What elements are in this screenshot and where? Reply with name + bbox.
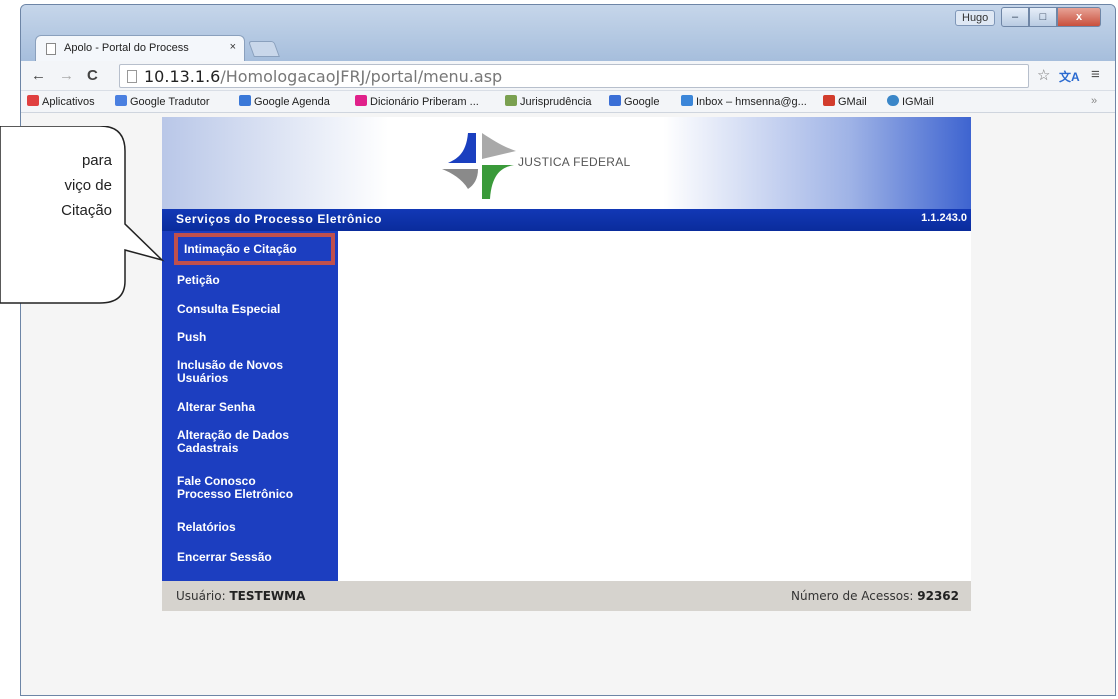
bookmark-priberam[interactable]: Dicionário Priberam ... — [355, 95, 479, 108]
bookmark-label: Jurisprudência — [520, 96, 592, 108]
menu-item-label: Alterar Senha — [177, 400, 256, 414]
bookmark-label: Dicionário Priberam ... — [370, 96, 479, 108]
menu-item-label: Inclusão de Novos — [177, 358, 284, 372]
browser-toolbar: ← → C 10.13.1.6/HomologacaoJFRJ/portal/m… — [21, 61, 1115, 91]
main-area: Intimação e Citação Petição Consulta Esp… — [162, 231, 971, 581]
translate-icon — [115, 95, 127, 106]
bookmark-inbox[interactable]: Inbox – hmsenna@g... — [681, 95, 807, 108]
menu-item-label: Cadastrais — [177, 441, 239, 455]
menu-inclusao-novos-usuarios[interactable]: Inclusão de Novos Usuários — [177, 359, 283, 385]
bookmark-label: Google Tradutor — [130, 96, 210, 108]
bookmark-google-tradutor[interactable]: Google Tradutor — [115, 95, 210, 108]
minimize-button[interactable]: – — [1001, 7, 1029, 27]
url-path: /HomologacaoJFRJ/portal/menu.asp — [220, 67, 503, 86]
user-value: TESTEWMA — [229, 589, 306, 603]
callout-line: Citação — [61, 202, 112, 219]
header-banner: JUSTICA FEDERAL — [162, 117, 971, 209]
callout-line: para — [81, 152, 112, 169]
reload-icon[interactable]: C — [87, 67, 98, 84]
menu-icon[interactable]: ≡ — [1091, 66, 1100, 83]
user-label: Usuário: — [176, 589, 226, 603]
bookmark-label: IGMail — [902, 96, 934, 108]
calendar-icon — [239, 95, 251, 106]
browser-tab[interactable]: Apolo - Portal do Process × — [35, 35, 245, 61]
bookmarks-bar: Aplicativos Google Tradutor Google Agend… — [21, 91, 1115, 113]
bookmark-igmail[interactable]: IGMail — [887, 95, 934, 108]
access-label: Número de Acessos: — [791, 589, 914, 603]
google-icon — [609, 95, 621, 106]
address-bar[interactable]: 10.13.1.6/HomologacaoJFRJ/portal/menu.as… — [119, 64, 1029, 88]
access-value: 92362 — [917, 589, 959, 603]
translate-icon[interactable]: 文A — [1059, 68, 1080, 85]
bookmark-label: Inbox – hmsenna@g... — [696, 96, 807, 108]
browser-window: Apolo - Portal do Process × Hugo – □ x ←… — [20, 4, 1116, 696]
page: { "browser": { "tab_title": "Apolo - Por… — [0, 0, 1118, 699]
menu-item-label: Push — [177, 330, 207, 344]
bookmark-google-agenda[interactable]: Google Agenda — [239, 95, 330, 108]
bookmark-label: Google — [624, 96, 660, 108]
title-bar: Apolo - Portal do Process × Hugo – □ x — [21, 5, 1115, 61]
close-button[interactable]: x — [1057, 7, 1101, 27]
bookmark-gmail[interactable]: GMail — [823, 95, 867, 108]
bookmark-google[interactable]: Google — [609, 95, 659, 108]
menu-item-label: Encerrar Sessão — [177, 550, 272, 564]
profile-badge[interactable]: Hugo — [955, 10, 996, 26]
bookmarks-overflow-icon[interactable]: » — [1091, 95, 1097, 107]
menu-encerrar-sessao[interactable]: Encerrar Sessão — [177, 551, 272, 564]
url-host: 10.13.1.6 — [144, 67, 221, 86]
menu-alterar-senha[interactable]: Alterar Senha — [177, 401, 255, 414]
access-count: Número de Acessos: 92362 — [791, 589, 959, 603]
new-tab-button[interactable] — [248, 41, 280, 57]
page-icon — [46, 43, 56, 55]
forward-arrow-icon[interactable]: → — [59, 67, 74, 84]
callout-text: para viço de Citação — [0, 148, 112, 223]
dictionary-icon — [355, 95, 367, 106]
services-bar: Serviços do Processo Eletrônico 1.1.243.… — [162, 209, 971, 231]
back-arrow-icon[interactable]: ← — [31, 67, 46, 84]
star-icon[interactable]: ☆ — [1037, 66, 1050, 84]
ie-icon — [887, 95, 899, 106]
bookmark-jurisprudencia[interactable]: Jurisprudência — [505, 95, 592, 108]
logo-text: JUSTICA FEDERAL — [518, 155, 631, 169]
justica-federal-logo-icon — [442, 133, 516, 199]
page-icon — [127, 70, 137, 83]
user-info: Usuário: TESTEWMA — [176, 589, 305, 603]
menu-item-label: Alteração de Dados — [177, 428, 290, 442]
version-label: 1.1.243.0 — [921, 212, 967, 224]
status-footer: Usuário: TESTEWMA Número de Acessos: 923… — [162, 581, 971, 611]
bookmark-apps[interactable]: Aplicativos — [27, 95, 95, 108]
bookmark-label: GMail — [838, 96, 867, 108]
apps-grid-icon — [27, 95, 39, 106]
menu-fale-conosco[interactable]: Fale Conosco Processo Eletrônico — [177, 475, 293, 501]
menu-push[interactable]: Push — [177, 331, 206, 344]
tab-title: Apolo - Portal do Process — [64, 42, 189, 54]
menu-item-label: Usuários — [177, 371, 229, 385]
menu-item-label: Relatórios — [177, 520, 236, 534]
image-icon — [505, 95, 517, 106]
bookmark-label: Aplicativos — [42, 96, 95, 108]
menu-item-label: Processo Eletrônico — [177, 487, 294, 501]
maximize-button[interactable]: □ — [1029, 7, 1057, 27]
inbox-icon — [681, 95, 693, 106]
menu-relatorios[interactable]: Relatórios — [177, 521, 236, 534]
menu-item-label: Fale Conosco — [177, 474, 256, 488]
bookmark-label: Google Agenda — [254, 96, 330, 108]
menu-alteracao-dados-cadastrais[interactable]: Alteração de Dados Cadastrais — [177, 429, 289, 455]
gmail-icon — [823, 95, 835, 106]
callout-line: viço de — [64, 177, 112, 194]
tab-close-icon[interactable]: × — [230, 41, 236, 53]
